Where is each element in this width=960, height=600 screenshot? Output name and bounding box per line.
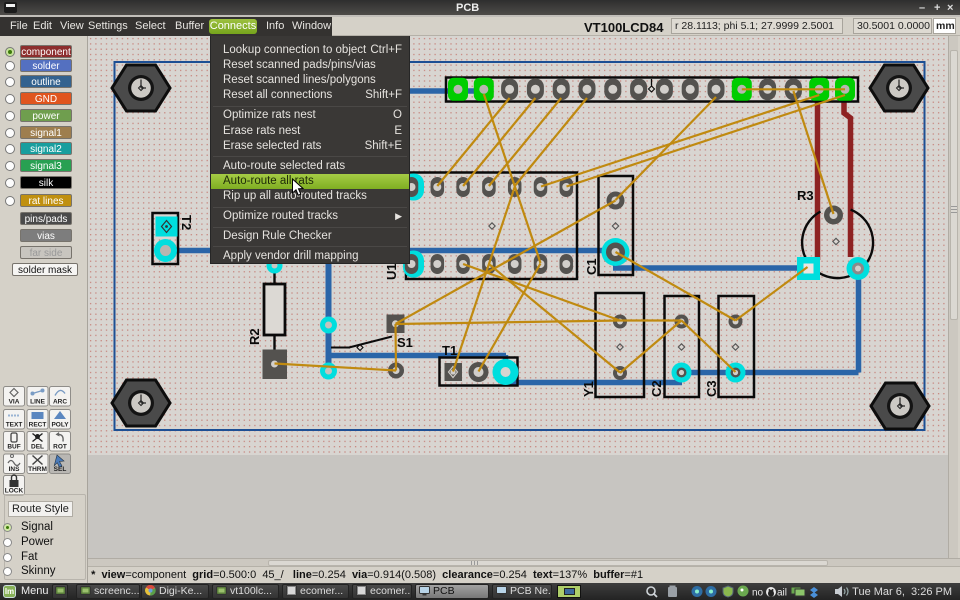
svg-text:no: no: [752, 588, 764, 599]
svg-text:BUF: BUF: [7, 444, 20, 451]
svg-text:POLY: POLY: [51, 422, 69, 429]
svg-text:DEL: DEL: [31, 444, 44, 451]
svg-text:VIA: VIA: [9, 399, 20, 406]
svg-text:INS: INS: [9, 466, 21, 473]
svg-text:C3: C3: [704, 380, 719, 397]
svg-text:C2: C2: [649, 380, 664, 397]
svg-text:THRM: THRM: [28, 466, 47, 473]
svg-text:LINE: LINE: [30, 399, 45, 406]
svg-text:TEXT: TEXT: [6, 422, 23, 429]
svg-text:R2: R2: [247, 328, 262, 345]
svg-text:S1: S1: [397, 335, 413, 350]
svg-text:T1: T1: [442, 343, 457, 358]
svg-text:T2: T2: [179, 215, 194, 230]
svg-text:ROT: ROT: [53, 444, 67, 451]
svg-text:Y1: Y1: [581, 381, 596, 397]
svg-text:U1: U1: [384, 263, 399, 280]
svg-text:R3: R3: [797, 188, 814, 203]
svg-text:ARC: ARC: [53, 399, 67, 406]
svg-text:C1: C1: [584, 258, 599, 275]
svg-text:ail: ail: [777, 588, 787, 599]
svg-text:RECT: RECT: [29, 422, 47, 429]
